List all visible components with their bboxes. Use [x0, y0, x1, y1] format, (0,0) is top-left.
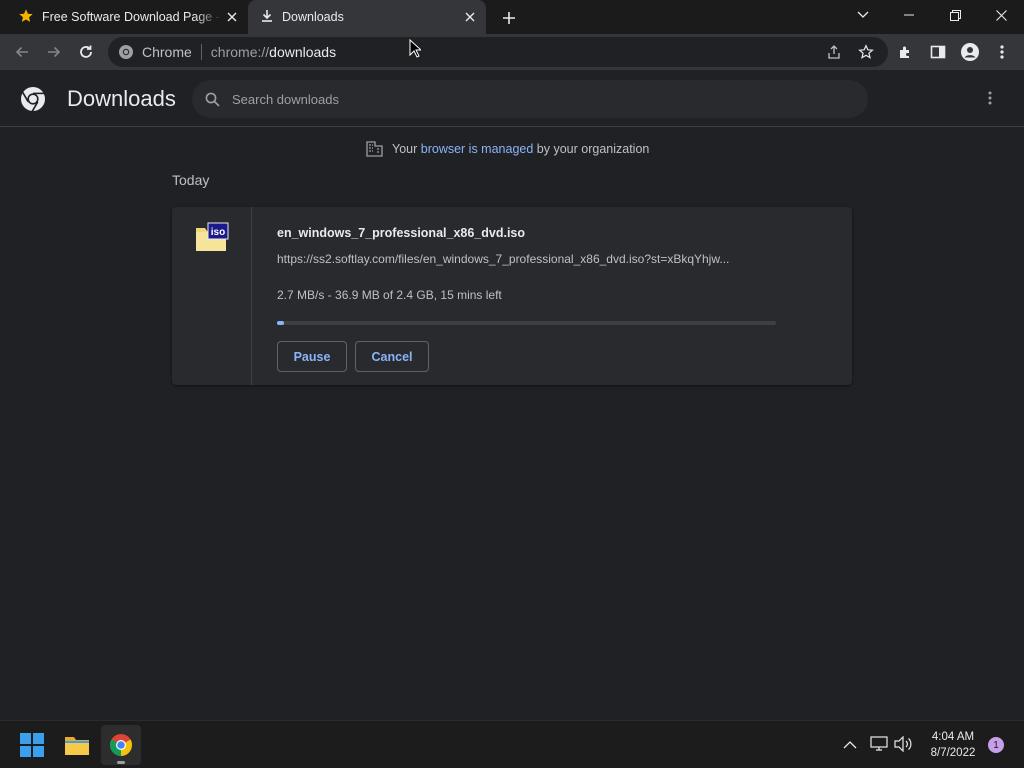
file-explorer-icon[interactable] — [57, 725, 97, 765]
divider — [200, 44, 202, 60]
search-input[interactable] — [232, 91, 832, 107]
network-icon[interactable] — [870, 736, 888, 757]
restore-button[interactable] — [932, 0, 978, 30]
tab-downloads[interactable]: Downloads — [248, 0, 486, 34]
download-progress-bar — [277, 321, 776, 325]
building-icon — [366, 141, 383, 157]
notification-badge[interactable]: 1 — [988, 737, 1004, 753]
download-item-card: iso en_windows_7_professional_x86_dvd.is… — [172, 207, 852, 385]
side-panel-icon[interactable] — [926, 40, 950, 64]
tab-strip: Free Software Download Page - S Download… — [0, 0, 1024, 34]
managed-notice: Your browser is managed by your organiza… — [366, 140, 649, 158]
download-progress-fill — [277, 321, 285, 325]
clock-date: 8/7/2022 — [930, 747, 976, 759]
mouse-cursor-icon — [409, 38, 423, 63]
chrome-logo-icon — [118, 44, 134, 60]
forward-button[interactable] — [42, 40, 66, 64]
address-bar[interactable]: Chrome chrome://downloads — [108, 37, 888, 67]
chevron-up-icon[interactable] — [843, 737, 857, 755]
tab-title: Downloads — [282, 10, 344, 24]
chrome-logo-icon — [20, 86, 46, 117]
file-icon-column: iso — [172, 207, 252, 385]
extensions-icon[interactable] — [894, 40, 918, 64]
pause-button[interactable]: Pause — [277, 341, 347, 372]
close-window-button[interactable] — [978, 0, 1024, 30]
volume-icon[interactable] — [894, 735, 912, 757]
managed-link[interactable]: browser is managed — [421, 142, 534, 156]
tab-search-button[interactable] — [840, 0, 886, 30]
browser-toolbar: Chrome chrome://downloads — [0, 34, 1024, 70]
iso-file-icon: iso — [195, 222, 229, 257]
download-filename[interactable]: en_windows_7_professional_x86_dvd.iso — [277, 226, 525, 240]
close-icon[interactable] — [222, 7, 242, 27]
system-clock[interactable]: 4:04 AM 8/7/2022 — [918, 729, 988, 761]
section-date-label: Today — [172, 172, 210, 188]
site-chip[interactable]: Chrome — [108, 44, 192, 60]
more-actions-icon[interactable] — [982, 90, 998, 106]
download-icon — [260, 9, 274, 26]
page-title: Downloads — [67, 86, 176, 111]
managed-prefix: Your — [392, 142, 418, 156]
close-icon[interactable] — [460, 7, 480, 27]
managed-suffix: by your organization — [536, 142, 650, 156]
new-tab-button[interactable] — [498, 7, 520, 29]
search-icon — [205, 92, 220, 107]
tab-title: Free Software Download Page - S — [42, 10, 222, 24]
site-chip-label: Chrome — [142, 44, 192, 60]
download-status: 2.7 MB/s - 36.9 MB of 2.4 GB, 15 mins le… — [277, 288, 502, 302]
menu-icon[interactable] — [990, 40, 1014, 64]
search-downloads[interactable] — [192, 80, 868, 118]
star-icon — [18, 8, 34, 27]
share-icon[interactable] — [822, 40, 846, 64]
chrome-taskbar-icon[interactable] — [101, 725, 141, 765]
taskbar: 4:04 AM 8/7/2022 1 — [0, 720, 1024, 768]
downloads-header: Downloads — [0, 70, 1024, 127]
reload-button[interactable] — [74, 40, 98, 64]
bookmark-star-icon[interactable] — [854, 40, 878, 64]
download-url[interactable]: https://ss2.softlay.com/files/en_windows… — [277, 252, 777, 266]
profile-icon[interactable] — [958, 40, 982, 64]
url-text: chrome://downloads — [210, 44, 337, 60]
back-button[interactable] — [10, 40, 34, 64]
clock-time: 4:04 AM — [931, 731, 975, 743]
windows-start-icon[interactable] — [12, 725, 52, 765]
cancel-button[interactable]: Cancel — [355, 341, 429, 372]
tab-free-software[interactable]: Free Software Download Page - S — [8, 0, 248, 34]
minimize-button[interactable] — [886, 0, 932, 30]
file-badge: iso — [211, 227, 225, 238]
